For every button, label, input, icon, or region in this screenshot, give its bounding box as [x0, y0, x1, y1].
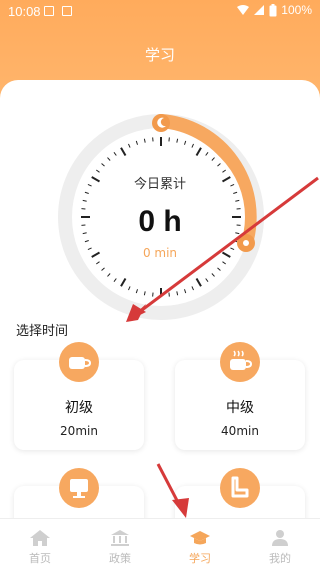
notification-icon [44, 6, 54, 16]
bottom-tab-bar: 首页 政策 学习 我的 [0, 518, 320, 568]
moon-icon[interactable] [152, 114, 170, 132]
steaming-cup-icon [220, 342, 260, 382]
person-icon [272, 530, 288, 546]
battery-icon [269, 3, 277, 16]
monitor-icon [59, 468, 99, 508]
tab-study[interactable]: 学习 [160, 519, 240, 568]
sofa-chair-icon [220, 468, 260, 508]
home-icon [30, 530, 50, 546]
graduation-cap-icon [190, 531, 210, 545]
battery-percent: 100% [281, 3, 312, 17]
page-title: 学习 [144, 46, 175, 64]
tab-policy[interactable]: 政策 [80, 519, 160, 568]
level-duration: 40min [221, 424, 259, 438]
tab-label: 首页 [29, 552, 51, 565]
level-name: 初级 [65, 400, 93, 416]
image-notification-icon [62, 6, 72, 16]
level-name: 中级 [226, 400, 254, 416]
section-label: 选择时间 [16, 324, 69, 339]
tab-home[interactable]: 首页 [0, 519, 80, 568]
level-duration: 20min [60, 424, 98, 438]
tab-label: 我的 [269, 552, 291, 565]
dial-label: 今日累计 [133, 177, 186, 192]
status-bar: 10:08 100% [0, 0, 320, 24]
dial-hours: 0 h [138, 205, 182, 238]
wifi-icon [237, 5, 250, 15]
dial-minutes: 0 min [142, 246, 178, 260]
tab-profile[interactable]: 我的 [240, 519, 320, 568]
tab-label: 学习 [189, 552, 211, 565]
status-time: 10:08 [8, 4, 41, 19]
tab-label: 政策 [109, 552, 131, 565]
building-icon [111, 530, 129, 546]
coffee-cup-icon [59, 342, 99, 382]
signal-icon [254, 5, 265, 15]
